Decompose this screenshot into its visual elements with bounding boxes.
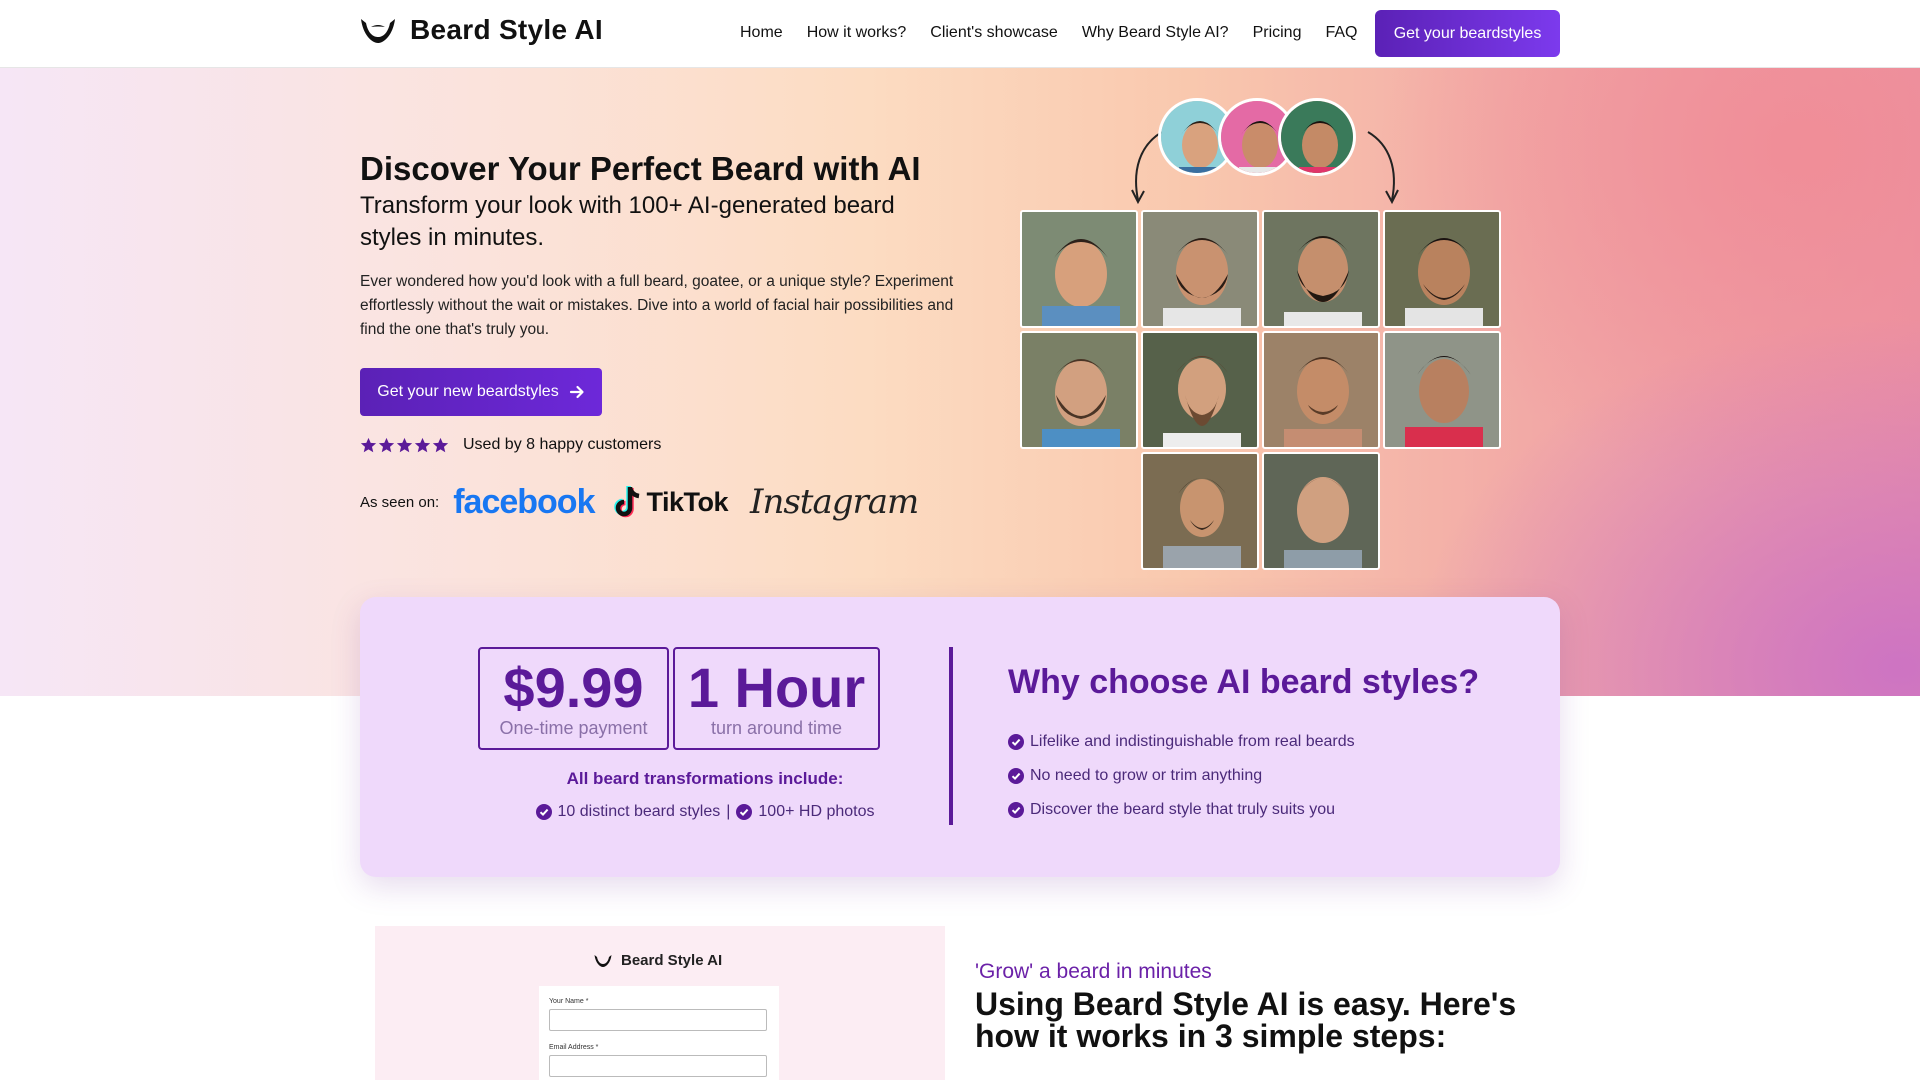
why-item: Lifelike and indistinguishable from real… <box>1008 725 1355 759</box>
beard-style-photo <box>1383 210 1501 328</box>
beard-style-grid <box>1020 210 1504 570</box>
include-item: 100+ HD photos <box>758 803 875 820</box>
face-photo-icon <box>1281 101 1353 173</box>
price-box: $9.99 One-time payment <box>478 647 669 750</box>
nav-pricing[interactable]: Pricing <box>1253 22 1302 44</box>
before-avatars <box>1158 98 1362 178</box>
hero-cta-label: Get your new beardstyles <box>377 383 559 400</box>
as-seen-on: As seen on: facebook TikTok Instagram <box>360 482 919 522</box>
why-item: Discover the beard style that truly suit… <box>1008 793 1355 827</box>
check-circle-icon <box>1008 802 1024 818</box>
avatar <box>1278 98 1356 176</box>
beard-style-photo <box>1262 331 1380 449</box>
nav-how-it-works[interactable]: How it works? <box>807 22 907 44</box>
page: Beard Style AI Home How it works? Client… <box>0 0 1920 1080</box>
why-item: No need to grow or trim anything <box>1008 759 1355 793</box>
check-circle-icon <box>535 804 552 820</box>
main-nav: Home How it works? Client's showcase Why… <box>740 22 1381 44</box>
star-icon <box>378 437 395 452</box>
why-item-label: No need to grow or trim anything <box>1030 767 1263 784</box>
preview-form: Your Name * Email Address * <box>539 986 779 1080</box>
instagram-logo: Instagram <box>750 482 919 522</box>
brand-name: Beard Style AI <box>410 14 604 45</box>
includes-title: All beard transformations include: <box>566 769 844 788</box>
check-circle-icon <box>736 804 753 820</box>
tiktok-icon <box>614 486 640 518</box>
star-icon <box>432 437 449 452</box>
beard-style-photo <box>1141 210 1259 328</box>
facebook-logo: facebook <box>453 482 595 521</box>
brand[interactable]: Beard Style AI <box>358 12 603 48</box>
preview-brand-name: Beard Style AI <box>621 952 723 969</box>
star-icon <box>360 437 377 452</box>
turnaround-value: 1 Hour <box>687 655 866 719</box>
beard-style-photo <box>1262 210 1380 328</box>
steps-kicker: 'Grow' a beard in minutes <box>975 960 1212 983</box>
turnaround-box: 1 Hour turn around time <box>673 647 880 750</box>
as-seen-on-label: As seen on: <box>360 493 440 511</box>
nav-clients-showcase[interactable]: Client's showcase <box>930 22 1058 44</box>
nav-faq[interactable]: FAQ <box>1325 22 1357 44</box>
nav-home[interactable]: Home <box>740 22 783 44</box>
get-new-beardstyles-button[interactable]: Get your new beardstyles <box>360 368 602 416</box>
turnaround-caption: turn around time <box>710 717 843 738</box>
nav-why-beard-style-ai[interactable]: Why Beard Style AI? <box>1082 22 1229 44</box>
tiktok-wordmark: TikTok <box>646 486 729 517</box>
beard-logo-icon <box>361 19 395 43</box>
steps-title: Using Beard Style AI is easy. Here's how… <box>975 986 1517 1054</box>
why-item-label: Lifelike and indistinguishable from real… <box>1030 733 1355 750</box>
beard-style-photo <box>1262 452 1380 570</box>
price-value: $9.99 <box>503 655 644 719</box>
arrow-right-icon <box>569 385 584 399</box>
beard-logo-icon <box>594 955 612 967</box>
star-icon <box>396 437 413 452</box>
preview-email-label: Email Address * <box>549 1044 599 1051</box>
beard-style-photo <box>1141 452 1259 570</box>
include-separator: | <box>726 803 731 820</box>
why-list: Lifelike and indistinguishable from real… <box>1008 725 1355 827</box>
why-title: Why choose AI beard styles? <box>1008 663 1480 701</box>
preview-name-label: Your Name * <box>549 998 589 1005</box>
preview-brand: Beard Style AI <box>593 952 722 969</box>
why-item-label: Discover the beard style that truly suit… <box>1030 801 1336 818</box>
tiktok-logo: TikTok <box>614 485 729 519</box>
rating-text: Used by 8 happy customers <box>463 436 662 453</box>
price-caption: One-time payment <box>499 717 648 738</box>
check-circle-icon <box>1008 734 1024 750</box>
include-item: 10 distinct beard styles <box>557 803 721 820</box>
hero-description: Ever wondered how you'd look with a full… <box>360 273 954 338</box>
rating: Used by 8 happy customers <box>360 436 661 454</box>
includes-list: 10 distinct beard styles | 100+ HD photo… <box>510 803 900 821</box>
star-icon <box>414 437 431 452</box>
beard-style-photo <box>1020 331 1138 449</box>
hero-subtitle: Transform your look with 100+ AI-generat… <box>360 192 895 251</box>
pricing-card: $9.99 One-time payment 1 Hour turn aroun… <box>360 597 1560 877</box>
beard-style-photo <box>1141 331 1259 449</box>
star-rating <box>360 437 449 454</box>
hero-title: Discover Your Perfect Beard with AI <box>360 150 921 187</box>
card-divider <box>949 647 953 825</box>
preview-name-input <box>549 1009 767 1031</box>
preview-email-input <box>549 1055 767 1077</box>
site-header: Beard Style AI Home How it works? Client… <box>0 0 1920 68</box>
form-preview-image: Beard Style AI Your Name * Email Address… <box>375 926 945 1080</box>
beard-style-photo <box>1020 210 1138 328</box>
beard-style-photo <box>1383 331 1501 449</box>
get-beardstyles-button[interactable]: Get your beardstyles <box>1375 10 1560 57</box>
check-circle-icon <box>1008 768 1024 784</box>
